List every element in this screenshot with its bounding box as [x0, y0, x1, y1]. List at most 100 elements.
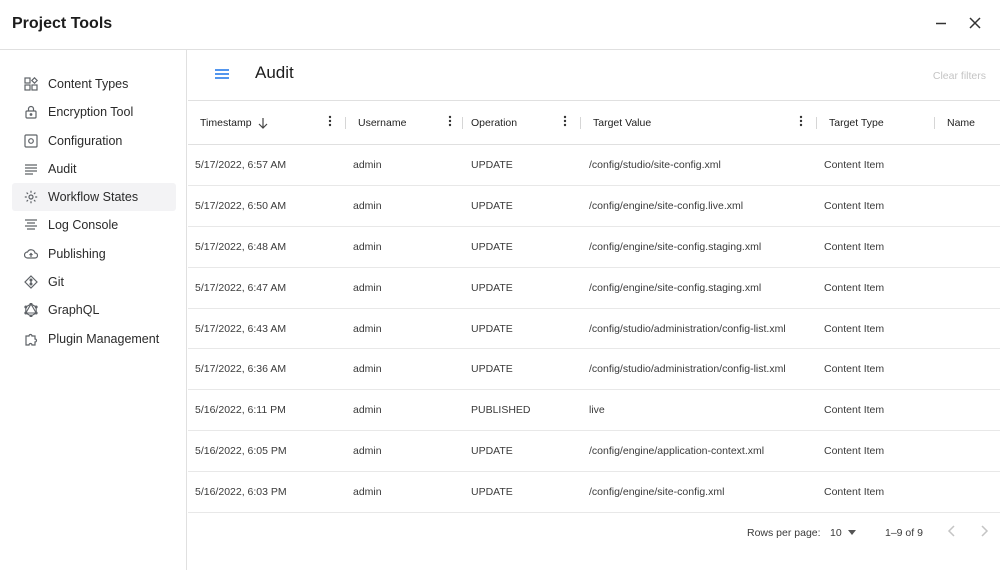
table-row[interactable]: 5/17/2022, 6:50 AM admin UPDATE/config/eng… — [188, 186, 1000, 227]
arrow-down-icon[interactable] — [258, 117, 268, 129]
configuration-icon — [24, 133, 38, 148]
column-menu-button[interactable] — [558, 114, 572, 132]
table-row[interactable]: 5/16/2022, 6:05 PM admin UPDATE/config/eng… — [188, 431, 1000, 473]
content-types-icon — [24, 77, 38, 91]
menu-button[interactable] — [212, 66, 232, 86]
sidebar-item-workflow-states[interactable]: Workflow States — [12, 183, 176, 212]
close-button[interactable] — [962, 12, 988, 38]
cell-operation: PUBLISHED — [471, 404, 531, 417]
column-header-label[interactable]: Target Type — [829, 117, 884, 129]
column-header-name: Name — [947, 101, 975, 145]
chevron-left-icon — [947, 524, 957, 542]
sidebar-item-publishing[interactable]: Publishing — [12, 240, 176, 268]
sidebar-item-label: Content Types — [48, 77, 129, 91]
cell-timestamp: 5/17/2022, 6:57 AM — [195, 159, 287, 171]
table-row[interactable]: 5/17/2022, 6:48 AM admin UPDATE/config/eng… — [188, 227, 1000, 268]
table-row[interactable]: 5/17/2022, 6:36 AM admin UPDATE/config/stu… — [188, 349, 1000, 391]
cell-operation: UPDATE — [471, 445, 513, 458]
column-header-label[interactable]: Username — [358, 117, 406, 129]
cell-timestamp: 5/17/2022, 6:43 AM — [195, 322, 287, 335]
sidebar-item-label: Log Console — [48, 218, 119, 233]
cell-username: admin — [353, 159, 382, 171]
column-header-timestamp: Timestamp — [200, 101, 268, 145]
rows-per-page-value: 10 — [830, 527, 842, 539]
column-header-label[interactable]: Operation — [471, 117, 517, 129]
sidebar-item-audit[interactable]: Audit — [12, 155, 176, 183]
table-row[interactable]: 5/17/2022, 6:57 AM admin UPDATE/config/stu… — [188, 145, 1000, 186]
cell-target-type: Content Item — [824, 445, 885, 458]
cell-operation: UPDATE — [471, 281, 513, 294]
rows-per-page-label: Rows per page: — [747, 527, 821, 539]
column-header-label[interactable]: Target Value — [593, 117, 651, 129]
cell-timestamp: 5/17/2022, 6:36 AM — [195, 363, 287, 376]
cell-target-value: /config/studio/site-config.xml — [589, 159, 721, 171]
more-vertical-icon — [563, 114, 567, 132]
cell-target-type: Content Item — [824, 322, 885, 335]
column-header-operation: Operation — [471, 101, 517, 145]
cell-target-type: Content Item — [824, 199, 885, 212]
cell-timestamp: 5/17/2022, 6:50 AM — [195, 199, 287, 212]
sidebar-item-label: Plugin Management — [48, 331, 160, 346]
column-header-target-value: Target Value — [593, 101, 651, 145]
table-header: Timestamp Username Operation Target Value Ta… — [188, 101, 1000, 145]
clear-filters-button[interactable]: Clear filters — [933, 70, 986, 82]
cell-target-value: /config/engine/application-context.xml — [589, 445, 765, 458]
log-console-icon — [24, 218, 38, 232]
sidebar-item-plugin-management[interactable]: Plugin Management — [12, 325, 176, 353]
sidebar-item-configuration[interactable]: Configuration — [12, 127, 176, 155]
puzzle-icon — [24, 332, 38, 346]
sidebar-item-encryption-tool[interactable]: Encryption Tool — [12, 98, 176, 126]
cell-target-value: /config/engine/site-config.staging.xml — [589, 281, 762, 294]
column-header-target-type: Target Type — [829, 101, 884, 145]
lock-icon — [24, 105, 38, 119]
column-menu-button[interactable] — [323, 115, 337, 130]
cell-username: admin — [353, 322, 382, 335]
sidebar-item-graphql[interactable]: GraphQL — [12, 296, 176, 324]
previous-page-button[interactable] — [942, 523, 962, 543]
minimize-button[interactable] — [928, 12, 954, 38]
table-row[interactable]: 5/16/2022, 6:11 PM admin PUBLISHED live Cont… — [188, 390, 1000, 432]
column-menu-button[interactable] — [794, 114, 808, 132]
sidebar-item-label: Audit — [48, 161, 77, 176]
cell-timestamp: 5/17/2022, 6:48 AM — [195, 240, 287, 253]
next-page-button[interactable] — [974, 523, 994, 543]
cell-target-value: /config/engine/site-config.live.xml — [589, 199, 744, 212]
column-separator[interactable] — [934, 117, 935, 129]
cell-target-type: Content Item — [824, 281, 885, 294]
table-row[interactable]: 5/16/2022, 6:03 PM admin UPDATE/config/eng… — [188, 472, 1000, 514]
close-icon — [968, 16, 982, 35]
column-header-label[interactable]: Timestamp — [200, 117, 252, 129]
cell-target-type: Content Item — [824, 404, 885, 417]
sidebar-item-label: Git — [48, 275, 64, 290]
page-title: Audit — [255, 63, 294, 82]
column-separator[interactable] — [816, 117, 817, 129]
cell-target-value: /config/studio/administration/config-lis… — [589, 322, 786, 335]
cell-operation: UPDATE — [471, 159, 513, 171]
rows-per-page-select[interactable]: 10 — [830, 524, 856, 542]
sidebar-item-git[interactable]: Git — [12, 268, 176, 296]
cell-target-type: Content Item — [824, 486, 885, 499]
cell-target-value: /config/engine/site-config.staging.xml — [589, 240, 762, 253]
cell-timestamp: 5/16/2022, 6:05 PM — [195, 445, 287, 458]
title-bar: Project Tools — [0, 0, 1000, 50]
cell-operation: UPDATE — [471, 240, 513, 253]
table-row[interactable]: 5/17/2022, 6:47 AM admin UPDATE/config/eng… — [188, 268, 1000, 309]
more-vertical-icon — [799, 114, 803, 132]
cell-target-type: Content Item — [824, 159, 885, 171]
cell-operation: UPDATE — [471, 322, 513, 335]
minimize-icon — [934, 16, 948, 35]
column-separator[interactable] — [345, 117, 346, 129]
sidebar-item-content-types[interactable]: Content Types — [12, 70, 176, 98]
graphql-icon — [24, 303, 38, 318]
column-header-label[interactable]: Name — [947, 117, 975, 129]
cell-username: admin — [353, 240, 382, 253]
cell-operation: UPDATE — [471, 486, 513, 499]
column-menu-button[interactable] — [443, 115, 457, 130]
column-separator[interactable] — [580, 117, 581, 129]
column-separator[interactable] — [462, 117, 463, 129]
cell-target-value: /config/studio/administration/config-lis… — [589, 363, 786, 376]
cell-username: admin — [353, 445, 382, 458]
table-row[interactable]: 5/17/2022, 6:43 AM admin UPDATE/config/stu… — [188, 309, 1000, 350]
caret-down-icon — [847, 527, 856, 539]
sidebar-item-log-console[interactable]: Log Console — [12, 211, 176, 239]
